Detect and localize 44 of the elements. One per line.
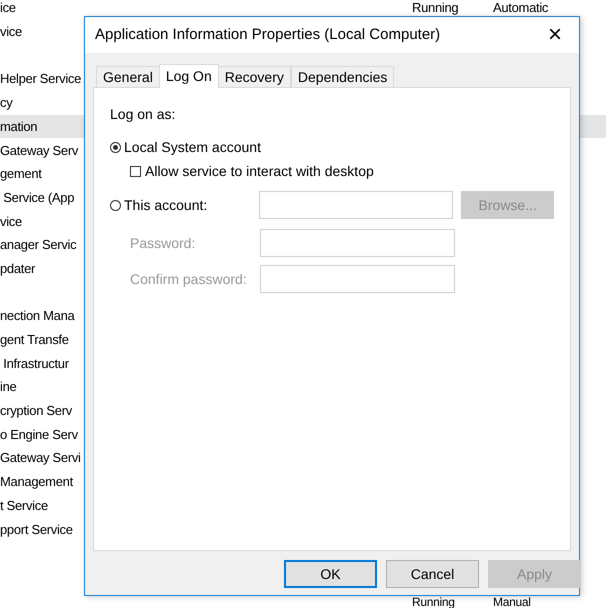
tab[interactable]: Dependencies xyxy=(290,66,394,87)
service-name: Service (App xyxy=(2,188,76,207)
section-label: Log on as: xyxy=(110,105,176,124)
service-name: vice xyxy=(0,23,23,42)
service-name: t Service xyxy=(0,496,49,515)
service-name: o Engine Serv xyxy=(0,426,79,444)
password-field[interactable] xyxy=(260,229,455,257)
startup-type: Manual xyxy=(493,596,531,608)
radio-label[interactable]: This account: xyxy=(124,194,208,216)
password-label: Password: xyxy=(130,234,196,252)
account-field[interactable] xyxy=(259,191,454,219)
checkbox[interactable] xyxy=(130,166,141,176)
service-name: Management xyxy=(0,473,74,492)
service-name: cy xyxy=(0,94,14,112)
checkbox-label[interactable]: Allow service to interact with desktop xyxy=(145,160,374,182)
service-status: Running xyxy=(412,0,458,16)
service-name: anager Servic xyxy=(0,236,78,254)
startup-type: Automatic xyxy=(493,0,548,16)
service-name: vice xyxy=(0,212,23,231)
tab[interactable]: Log On xyxy=(158,64,219,88)
service-name: ine xyxy=(0,378,18,396)
radio-button[interactable] xyxy=(110,200,121,210)
service-name: Gateway Servi xyxy=(0,449,82,468)
confirm-password-field[interactable] xyxy=(260,265,455,293)
service-name: pport Service xyxy=(0,520,74,539)
tab[interactable]: Recovery xyxy=(218,66,291,87)
close-button[interactable]: × xyxy=(533,18,577,52)
radio-button[interactable] xyxy=(110,142,121,152)
service-name: mation xyxy=(0,118,38,136)
window-title: Application Information Properties (Local Computer) xyxy=(95,24,440,45)
tab[interactable]: General xyxy=(96,66,160,87)
service-name: Infrastructur xyxy=(2,354,70,373)
service-name: Gateway Serv xyxy=(0,142,80,160)
dialog-button[interactable]: OK xyxy=(284,560,377,588)
service-name: nection Mana xyxy=(0,307,76,326)
service-name: cryption Serv xyxy=(0,402,74,420)
service-name: gement xyxy=(0,165,43,184)
service-name: gent Transfe xyxy=(0,331,70,350)
dialog-button[interactable]: Cancel xyxy=(386,560,479,588)
confirm-password-label: Confirm password: xyxy=(130,270,248,289)
service-name: pdater xyxy=(0,260,36,278)
service-name: ice xyxy=(0,0,17,16)
service-name: Helper Service xyxy=(0,70,82,88)
radio-label[interactable]: Local System account xyxy=(124,136,261,158)
